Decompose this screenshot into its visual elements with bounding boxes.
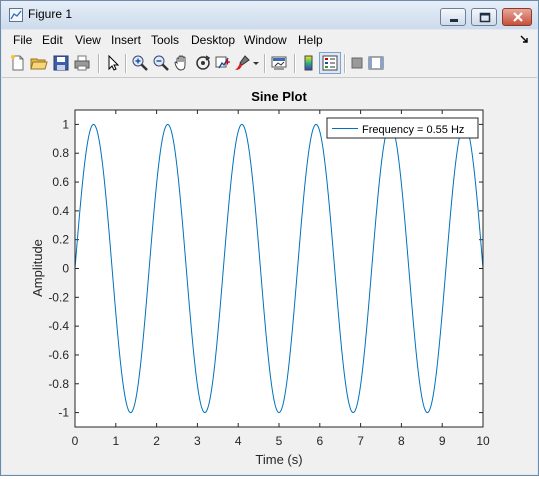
menu-insert[interactable]: Insert bbox=[111, 33, 141, 47]
minimize-icon bbox=[450, 19, 458, 22]
x-tick-label: 9 bbox=[439, 434, 446, 448]
brush-icon[interactable] bbox=[233, 54, 251, 72]
y-tick-label: -1 bbox=[58, 406, 69, 420]
y-tick-label: -0.4 bbox=[48, 319, 69, 333]
title-bar[interactable]: Figure 1 bbox=[1, 1, 538, 29]
toolbar-separator bbox=[294, 54, 296, 73]
menu-file[interactable]: File bbox=[13, 33, 32, 47]
toolbar-separator bbox=[125, 54, 127, 73]
link-plot-icon[interactable] bbox=[270, 54, 288, 72]
insert-legend-icon bbox=[322, 55, 338, 71]
y-tick-label: -0.6 bbox=[48, 348, 69, 362]
dock-arrow-icon[interactable] bbox=[519, 34, 529, 44]
x-tick-label: 4 bbox=[235, 434, 242, 448]
menu-edit[interactable]: Edit bbox=[42, 33, 63, 47]
maximize-icon bbox=[479, 12, 491, 23]
x-tick-label: 3 bbox=[194, 434, 201, 448]
y-tick-label: 1 bbox=[62, 117, 69, 131]
sine-plot[interactable]: Sine Plot 1 0.8 0.6 0.4 0.2 0 -0.2 -0.4 -0.6 -0.8… bbox=[2, 78, 537, 474]
axes-background[interactable] bbox=[75, 110, 483, 427]
figure-window: Figure 1 File Edit View Insert Tools Des… bbox=[0, 0, 539, 476]
toolbar-separator bbox=[264, 54, 266, 73]
x-tick-label: 1 bbox=[112, 434, 119, 448]
open-file-icon[interactable] bbox=[30, 54, 48, 72]
insert-colorbar-icon[interactable] bbox=[300, 54, 318, 72]
x-tick-label: 10 bbox=[476, 434, 490, 448]
y-tick-label: -0.2 bbox=[48, 290, 69, 304]
toolbar-separator bbox=[344, 54, 346, 73]
x-tick-label: 5 bbox=[276, 434, 283, 448]
x-axis-label: Time (s) bbox=[255, 452, 302, 467]
menu-bar: File Edit View Insert Tools Desktop Wind… bbox=[2, 30, 537, 50]
figure-toolbar bbox=[2, 50, 537, 78]
x-tick-label: 8 bbox=[398, 434, 405, 448]
minimize-button[interactable] bbox=[440, 8, 466, 26]
maximize-button[interactable] bbox=[471, 8, 497, 26]
y-tick-label: 0.6 bbox=[52, 175, 69, 189]
y-tick-label: -0.8 bbox=[48, 377, 69, 391]
x-tick-label: 0 bbox=[72, 434, 79, 448]
y-tick-label: 0.8 bbox=[52, 146, 69, 160]
save-icon[interactable] bbox=[52, 54, 70, 72]
print-icon[interactable] bbox=[73, 54, 91, 72]
zoom-in-icon[interactable] bbox=[131, 54, 149, 72]
data-cursor-icon[interactable] bbox=[214, 54, 232, 72]
toolbar-separator bbox=[98, 54, 100, 73]
legend[interactable]: Frequency = 0.55 Hz bbox=[326, 117, 479, 139]
close-icon bbox=[513, 12, 523, 22]
insert-legend-button[interactable] bbox=[319, 52, 341, 74]
y-tick-label: 0 bbox=[62, 262, 69, 276]
show-plot-tools-icon[interactable] bbox=[367, 54, 385, 72]
matlab-figure-icon bbox=[9, 8, 23, 22]
zoom-out-icon[interactable] bbox=[152, 54, 170, 72]
x-tick-label: 6 bbox=[316, 434, 323, 448]
pan-icon[interactable] bbox=[173, 54, 191, 72]
chart-title: Sine Plot bbox=[251, 89, 307, 104]
menu-tools[interactable]: Tools bbox=[151, 33, 179, 47]
menu-help[interactable]: Help bbox=[298, 33, 323, 47]
window-title: Figure 1 bbox=[28, 7, 73, 21]
hide-plot-tools-icon[interactable] bbox=[348, 54, 366, 72]
edit-plot-icon[interactable] bbox=[104, 54, 122, 72]
legend-label: Frequency = 0.55 Hz bbox=[362, 124, 464, 136]
close-button[interactable] bbox=[502, 8, 532, 26]
menu-desktop[interactable]: Desktop bbox=[191, 33, 235, 47]
figure-area: Sine Plot 1 0.8 0.6 0.4 0.2 0 -0.2 -0.4 -0.6 -0.8… bbox=[2, 78, 537, 474]
y-tick-label: 0.2 bbox=[52, 233, 69, 247]
x-tick-label: 2 bbox=[153, 434, 160, 448]
x-tick-label: 7 bbox=[357, 434, 364, 448]
y-axis-label: Amplitude bbox=[30, 239, 45, 297]
rotate-3d-icon[interactable] bbox=[194, 54, 212, 72]
new-figure-icon[interactable] bbox=[9, 54, 27, 72]
y-tick-label: 0.4 bbox=[52, 204, 69, 218]
menu-view[interactable]: View bbox=[75, 33, 101, 47]
brush-dropdown-icon[interactable] bbox=[252, 54, 260, 72]
menu-window[interactable]: Window bbox=[244, 33, 287, 47]
